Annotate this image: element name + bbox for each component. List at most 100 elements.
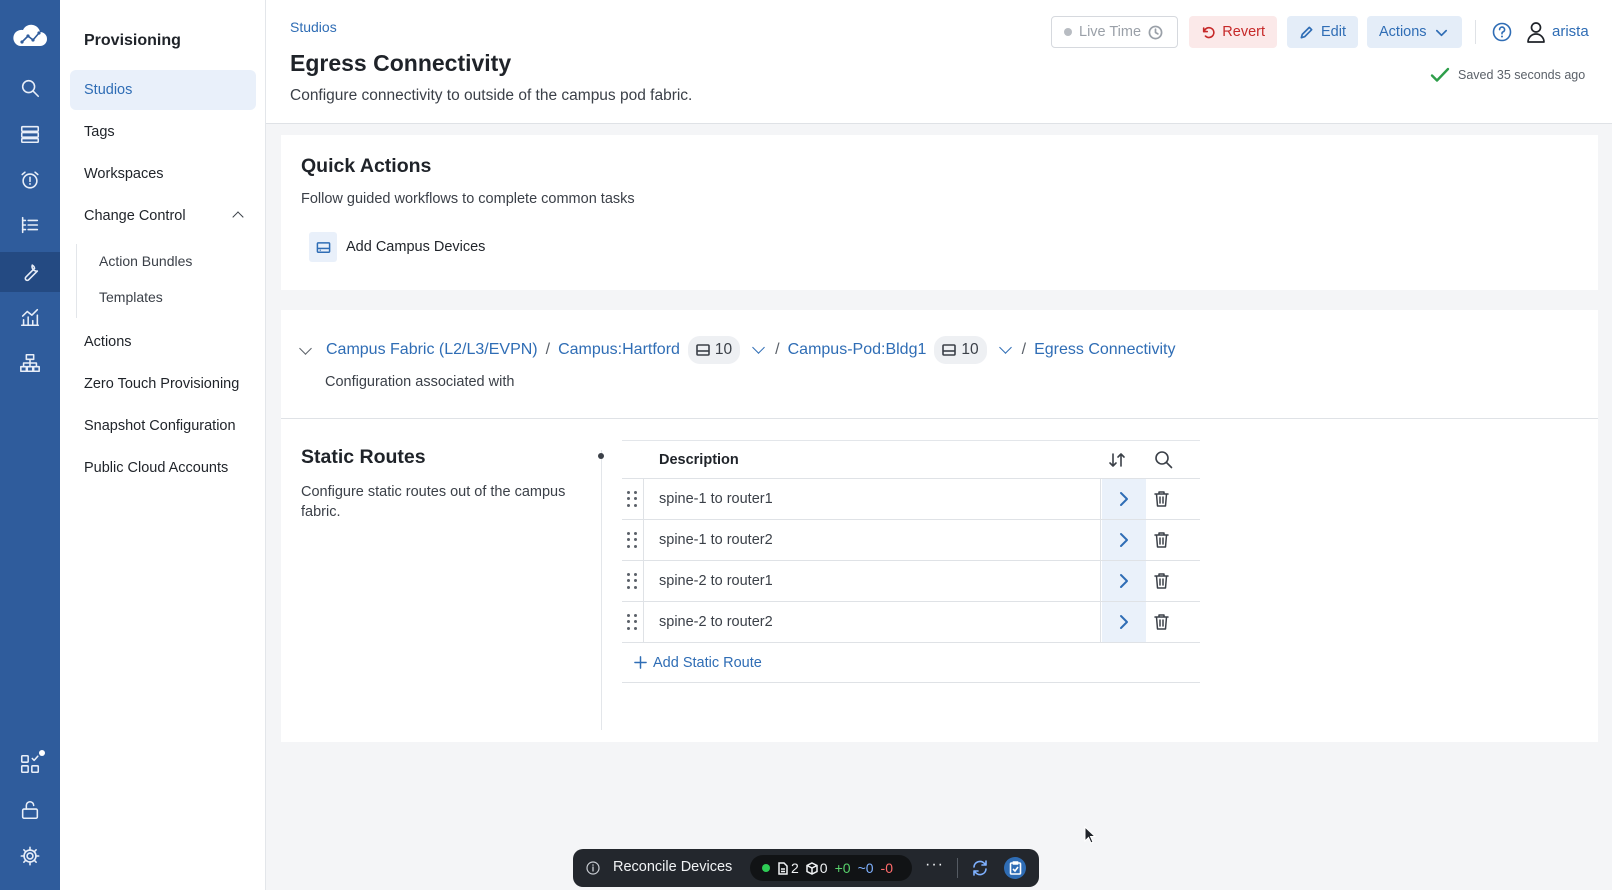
page-title: Egress Connectivity <box>290 50 512 76</box>
trash-icon[interactable] <box>1153 572 1170 590</box>
column-header-description: Description <box>659 452 739 468</box>
chevron-right-icon <box>1120 492 1128 506</box>
more-options-icon[interactable]: ··· <box>925 856 944 874</box>
mouse-cursor-icon <box>1084 826 1096 844</box>
change-stats[interactable]: 2 0 +0 ~0 -0 <box>750 855 912 881</box>
saved-status: Saved 35 seconds ago <box>1430 66 1585 84</box>
collapse-chevron-icon[interactable] <box>299 341 312 355</box>
analytics-icon[interactable] <box>0 297 60 337</box>
trash-icon[interactable] <box>1153 613 1170 631</box>
search-icon[interactable] <box>0 68 60 108</box>
add-static-route-button[interactable]: Add Static Route <box>622 643 1200 683</box>
breadcrumb-campus-hartford[interactable]: Campus:Hartford <box>558 341 680 359</box>
edit-button[interactable]: Edit <box>1287 16 1358 48</box>
reconcile-devices-label[interactable]: Reconcile Devices <box>613 859 732 875</box>
submenu-line <box>76 244 77 318</box>
sidebar-item-actions[interactable]: Actions <box>70 322 256 362</box>
gear-icon[interactable] <box>0 836 60 876</box>
trash-icon[interactable] <box>1153 531 1170 549</box>
breadcrumb-campus-fabric[interactable]: Campus Fabric (L2/L3/EVPN) <box>326 341 538 359</box>
chevron-down-icon[interactable] <box>998 341 1012 354</box>
revert-label: Revert <box>1222 24 1265 40</box>
trash-icon[interactable] <box>1153 490 1170 508</box>
static-routes-description: Configure static routes out of the campu… <box>301 484 566 520</box>
saved-status-text: Saved 35 seconds ago <box>1458 68 1586 82</box>
breadcrumb-egress-connectivity[interactable]: Egress Connectivity <box>1034 341 1175 359</box>
device-icon <box>942 344 957 356</box>
open-route-button[interactable] <box>1102 561 1146 601</box>
sidebar-item-public-cloud-accounts[interactable]: Public Cloud Accounts <box>70 448 256 488</box>
add-campus-devices-action[interactable]: Add Campus Devices <box>309 232 485 262</box>
search-icon[interactable] <box>1154 450 1173 469</box>
device-count-badge: 10 <box>687 336 741 364</box>
notification-dot <box>39 750 45 756</box>
info-icon[interactable] <box>586 861 600 875</box>
provisioning-wrench-icon[interactable] <box>0 252 60 292</box>
nav-rail <box>0 0 60 890</box>
devices-icon[interactable] <box>0 114 60 154</box>
clock-icon <box>1148 25 1163 39</box>
live-time-button[interactable]: Live Time <box>1051 16 1178 48</box>
breadcrumb-separator: / <box>1021 341 1027 358</box>
changed-count: ~0 <box>857 860 874 876</box>
user-name[interactable]: arista <box>1552 23 1589 40</box>
quick-actions-card: Quick Actions Follow guided workflows to… <box>281 135 1598 290</box>
help-icon[interactable] <box>1492 22 1512 42</box>
device-count: 10 <box>961 341 979 358</box>
user-icon[interactable] <box>1526 21 1546 43</box>
alarm-clock-icon[interactable] <box>0 160 60 200</box>
sidebar-item-tags[interactable]: Tags <box>70 112 256 152</box>
topology-icon[interactable] <box>0 343 60 383</box>
static-routes-table: Description spine-1 to router1 spine-1 t… <box>622 440 1200 683</box>
table-header: Description <box>622 440 1200 479</box>
open-route-button[interactable] <box>1102 520 1146 560</box>
actions-dropdown-button[interactable]: Actions <box>1367 16 1462 48</box>
drag-handle-icon[interactable] <box>627 614 637 630</box>
sidebar-item-snapshot-configuration[interactable]: Snapshot Configuration <box>70 406 256 446</box>
page-subtitle: Configure connectivity to outside of the… <box>290 87 693 104</box>
route-description[interactable]: spine-1 to router2 <box>643 520 1101 560</box>
cloud-logo-icon[interactable] <box>0 16 60 56</box>
drag-handle-icon[interactable] <box>627 532 637 548</box>
clipboard-check-icon[interactable] <box>1004 857 1026 879</box>
sidebar-item-zero-touch-provisioning[interactable]: Zero Touch Provisioning <box>70 364 256 404</box>
table-row: spine-1 to router2 <box>622 520 1200 561</box>
device-icon <box>309 232 337 262</box>
chevron-right-icon <box>1120 615 1128 629</box>
apps-grid-icon[interactable] <box>0 744 60 784</box>
actions-label: Actions <box>1379 24 1427 40</box>
add-campus-devices-label: Add Campus Devices <box>346 239 486 255</box>
sidebar-subitem-action-bundles[interactable]: Action Bundles <box>99 246 192 276</box>
unlock-icon[interactable] <box>0 790 60 830</box>
devices-count: 0 <box>819 860 828 876</box>
route-description[interactable]: spine-2 to router1 <box>643 561 1101 601</box>
status-dot <box>1064 28 1072 36</box>
section-dot <box>598 453 604 459</box>
sidebar-item-change-control[interactable]: Change Control <box>70 196 256 236</box>
page-header: Studios Egress Connectivity Configure co… <box>266 0 1612 124</box>
revert-button[interactable]: Revert <box>1189 16 1277 48</box>
sync-icon[interactable] <box>971 859 989 877</box>
sidebar-item-workspaces[interactable]: Workspaces <box>70 154 256 194</box>
task-list-icon[interactable] <box>0 205 60 245</box>
static-routes-title: Static Routes <box>301 446 426 468</box>
breadcrumb-studios[interactable]: Studios <box>290 19 337 35</box>
quick-actions-title: Quick Actions <box>301 155 432 177</box>
sort-icon[interactable] <box>1108 451 1126 469</box>
chevron-down-icon[interactable] <box>752 341 766 354</box>
route-description[interactable]: spine-1 to router1 <box>643 479 1101 519</box>
table-row: spine-2 to router2 <box>622 602 1200 643</box>
table-row: spine-1 to router1 <box>622 479 1200 520</box>
sidebar: Provisioning Studios Tags Workspaces Cha… <box>60 0 266 890</box>
drag-handle-icon[interactable] <box>627 491 637 507</box>
section-vertical-line <box>601 450 602 730</box>
device-count-badge: 10 <box>934 336 987 364</box>
drag-handle-icon[interactable] <box>627 573 637 589</box>
open-route-button[interactable] <box>1102 602 1146 642</box>
open-route-button[interactable] <box>1102 479 1146 519</box>
breadcrumb-campus-pod[interactable]: Campus-Pod:Bldg1 <box>788 341 927 359</box>
sidebar-item-studios[interactable]: Studios <box>70 70 256 110</box>
sidebar-subitem-templates[interactable]: Templates <box>99 282 163 312</box>
device-count: 10 <box>714 341 733 358</box>
route-description[interactable]: spine-2 to router2 <box>643 602 1101 642</box>
